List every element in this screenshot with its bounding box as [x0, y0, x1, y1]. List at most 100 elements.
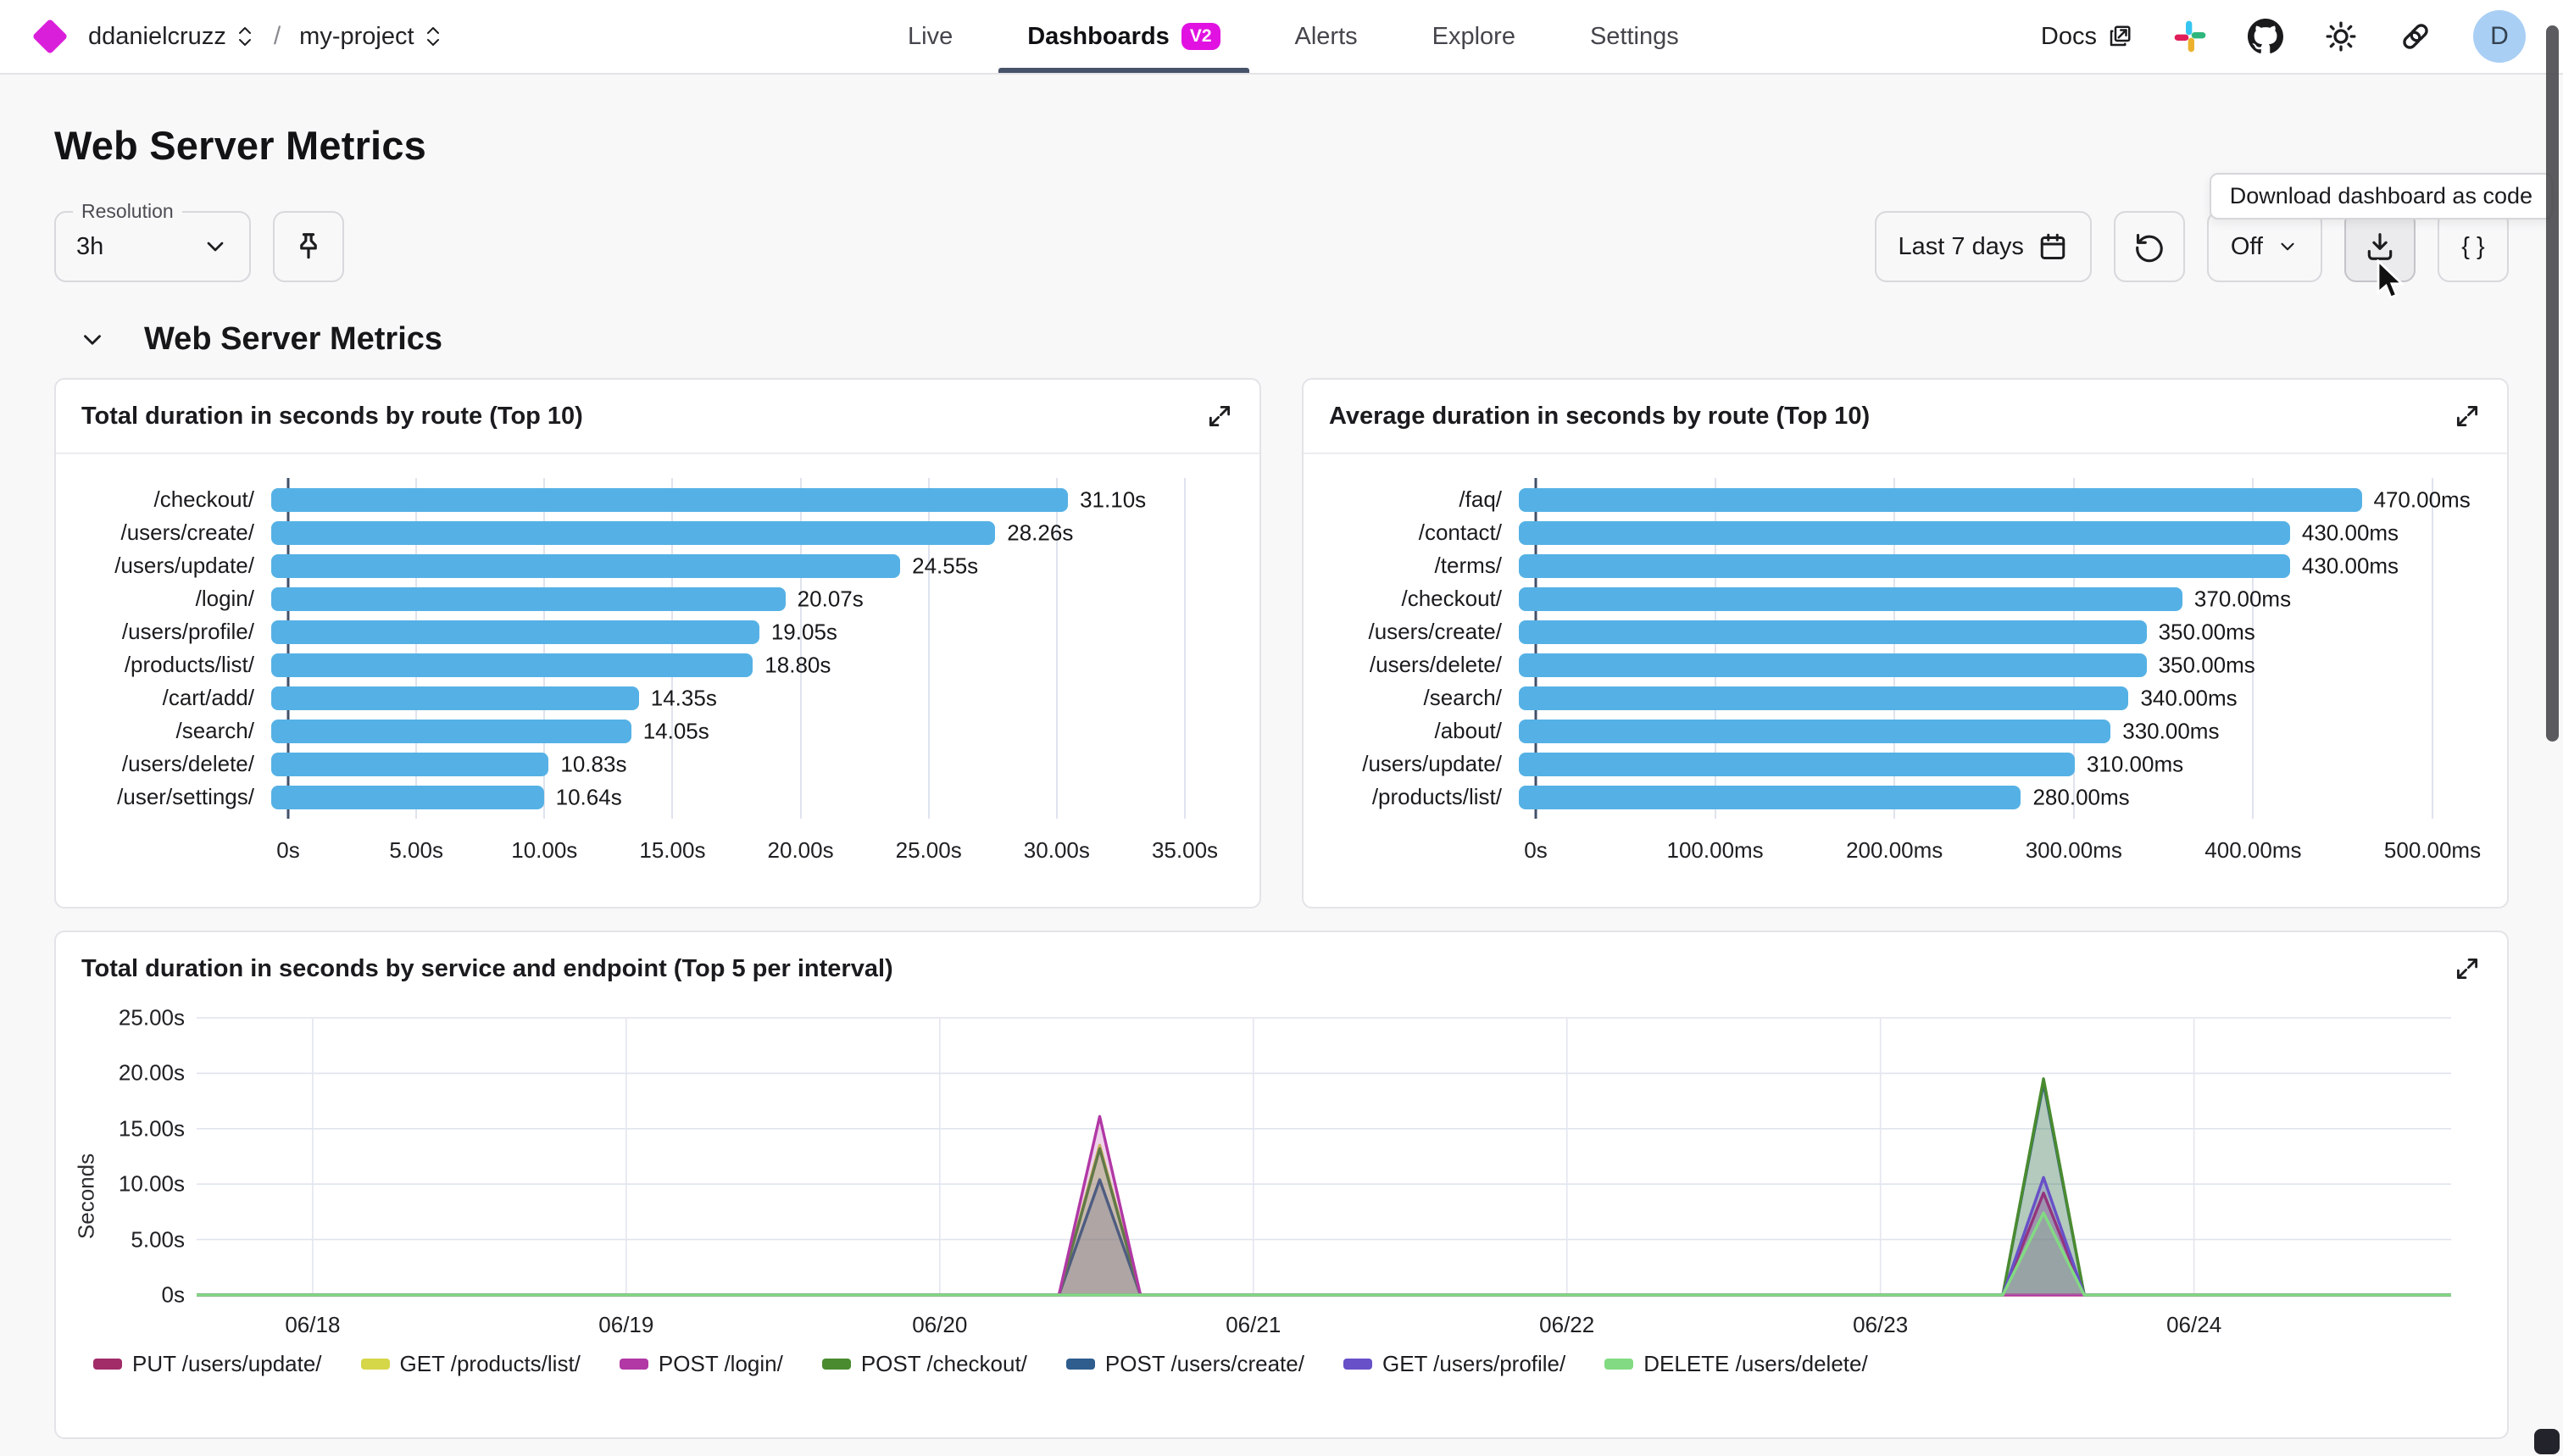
bar-category-label: /users/delete/ — [1324, 652, 1519, 678]
bar[interactable] — [271, 620, 759, 644]
time-range-button[interactable]: Last 7 days — [1875, 211, 2092, 282]
bar[interactable] — [271, 554, 900, 578]
docs-link[interactable]: Docs — [2041, 23, 2132, 51]
legend-item[interactable]: POST /login/ — [620, 1351, 783, 1377]
github-icon[interactable] — [2248, 19, 2283, 54]
bar-chart: /faq/470.00ms/contact/430.00ms/terms/430… — [1324, 483, 2487, 907]
chevron-down-icon — [2277, 236, 2299, 258]
legend-item[interactable]: PUT /users/update/ — [93, 1351, 322, 1377]
bar-track: 10.64s — [271, 786, 1168, 809]
x-tick-label: 500.00ms — [2384, 837, 2481, 864]
bar-value-label: 14.05s — [643, 718, 709, 744]
auto-refresh-select[interactable]: Off — [2207, 211, 2322, 282]
bar-category-label: /search/ — [76, 718, 271, 744]
bar[interactable] — [1519, 653, 2147, 677]
org-name: ddanielcruzz — [88, 23, 226, 51]
bar[interactable] — [271, 753, 548, 776]
legend-item[interactable]: GET /users/profile/ — [1343, 1351, 1565, 1377]
legend-swatch-icon — [361, 1359, 390, 1370]
bar[interactable] — [271, 488, 1068, 512]
bar-value-label: 14.35s — [651, 685, 717, 711]
bar-track: 340.00ms — [1519, 686, 2416, 710]
legend-item[interactable]: POST /users/create/ — [1066, 1351, 1304, 1377]
pin-dashboard-button[interactable] — [273, 211, 344, 282]
expand-icon[interactable] — [1205, 402, 1234, 431]
bar[interactable] — [1519, 521, 2290, 545]
page-title: Web Server Metrics — [54, 122, 2509, 169]
scrollbar-thumb[interactable] — [2546, 25, 2559, 742]
slack-icon[interactable] — [2173, 19, 2207, 53]
bar[interactable] — [271, 720, 631, 743]
bar-track: 19.05s — [271, 620, 1168, 644]
bar-track: 430.00ms — [1519, 521, 2416, 545]
refresh-icon — [2133, 231, 2165, 263]
legend-item[interactable]: POST /checkout/ — [822, 1351, 1027, 1377]
tab-dashboards[interactable]: Dashboards V2 — [1022, 0, 1225, 73]
bar[interactable] — [1519, 587, 2182, 611]
bar-category-label: /terms/ — [1324, 553, 1519, 579]
bar-row: /products/list/280.00ms — [1324, 781, 2487, 814]
bar-row: /contact/430.00ms — [1324, 516, 2487, 549]
bar-value-label: 370.00ms — [2194, 586, 2291, 612]
bar-value-label: 350.00ms — [2159, 619, 2255, 645]
app-logo-icon[interactable] — [32, 19, 68, 54]
bar[interactable] — [1519, 720, 2110, 743]
tab-settings[interactable]: Settings — [1585, 0, 1684, 73]
bar-row: /cart/add/14.35s — [76, 681, 1239, 714]
bar[interactable] — [271, 521, 995, 545]
bar-track: 350.00ms — [1519, 620, 2416, 644]
bar-value-label: 470.00ms — [2374, 486, 2471, 513]
bar-row: /login/20.07s — [76, 582, 1239, 615]
legend-swatch-icon — [1343, 1359, 1372, 1370]
section-title: Web Server Metrics — [144, 321, 442, 358]
x-axis-ticks: 06/1806/1906/2006/2106/2206/2306/24 — [197, 1300, 2451, 1341]
refresh-button[interactable] — [2114, 211, 2185, 282]
x-tick-label: 400.00ms — [2204, 837, 2301, 864]
user-avatar[interactable]: D — [2473, 10, 2526, 63]
legend-swatch-icon — [1604, 1359, 1633, 1370]
expand-icon[interactable] — [2453, 954, 2482, 983]
area-plot[interactable]: 06/1806/1906/2006/2106/2206/2306/24 — [197, 1014, 2451, 1341]
breadcrumb-separator: / — [274, 22, 281, 51]
bar[interactable] — [1519, 620, 2147, 644]
dashboard-json-button[interactable]: { } — [2438, 211, 2509, 282]
bar[interactable] — [271, 686, 639, 710]
y-axis-ticks: 0s5.00s10.00s15.00s20.00s25.00s — [105, 1014, 197, 1300]
bar-category-label: /cart/add/ — [76, 685, 271, 711]
legend-item[interactable]: DELETE /users/delete/ — [1604, 1351, 1867, 1377]
chevron-down-icon — [78, 325, 107, 354]
bar[interactable] — [1519, 554, 2290, 578]
download-dashboard-button[interactable] — [2344, 211, 2416, 282]
bar[interactable] — [1519, 753, 2075, 776]
bar-row: /user/settings/10.64s — [76, 781, 1239, 814]
resolution-select[interactable]: Resolution 3h — [54, 211, 251, 282]
x-tick-label: 0s — [1524, 837, 1547, 864]
tab-explore[interactable]: Explore — [1427, 0, 1521, 73]
sun-icon[interactable] — [2324, 19, 2358, 53]
bar-value-label: 340.00ms — [2140, 685, 2237, 711]
expand-icon[interactable] — [2453, 402, 2482, 431]
resolution-label: Resolution — [73, 200, 182, 223]
legend-item[interactable]: GET /products/list/ — [361, 1351, 581, 1377]
bar[interactable] — [271, 587, 786, 611]
bar-row: /search/14.05s — [76, 714, 1239, 747]
project-switcher[interactable]: my-project — [299, 23, 442, 51]
bar[interactable] — [271, 653, 753, 677]
org-switcher[interactable]: ddanielcruzz — [88, 23, 255, 51]
bar-row: /search/340.00ms — [1324, 681, 2487, 714]
tab-alerts[interactable]: Alerts — [1290, 0, 1363, 73]
bar-value-label: 19.05s — [771, 619, 837, 645]
bar-value-label: 430.00ms — [2302, 553, 2399, 579]
bar[interactable] — [1519, 488, 2362, 512]
bar[interactable] — [271, 786, 544, 809]
dashboard-page: Web Server Metrics Resolution 3h Last 7 … — [0, 122, 2563, 1439]
bar[interactable] — [1519, 786, 2021, 809]
bar-row: /users/profile/19.05s — [76, 615, 1239, 648]
chart-panel-total-duration-by-route: Total duration in seconds by route (Top … — [54, 378, 1261, 909]
section-header[interactable]: Web Server Metrics — [54, 321, 2509, 358]
tab-live[interactable]: Live — [903, 0, 958, 73]
x-tick-label: 200.00ms — [1846, 837, 1943, 864]
link-icon[interactable] — [2399, 19, 2432, 53]
chart-legend: PUT /users/update/GET /products/list/POS… — [56, 1341, 2507, 1377]
bar[interactable] — [1519, 686, 2128, 710]
